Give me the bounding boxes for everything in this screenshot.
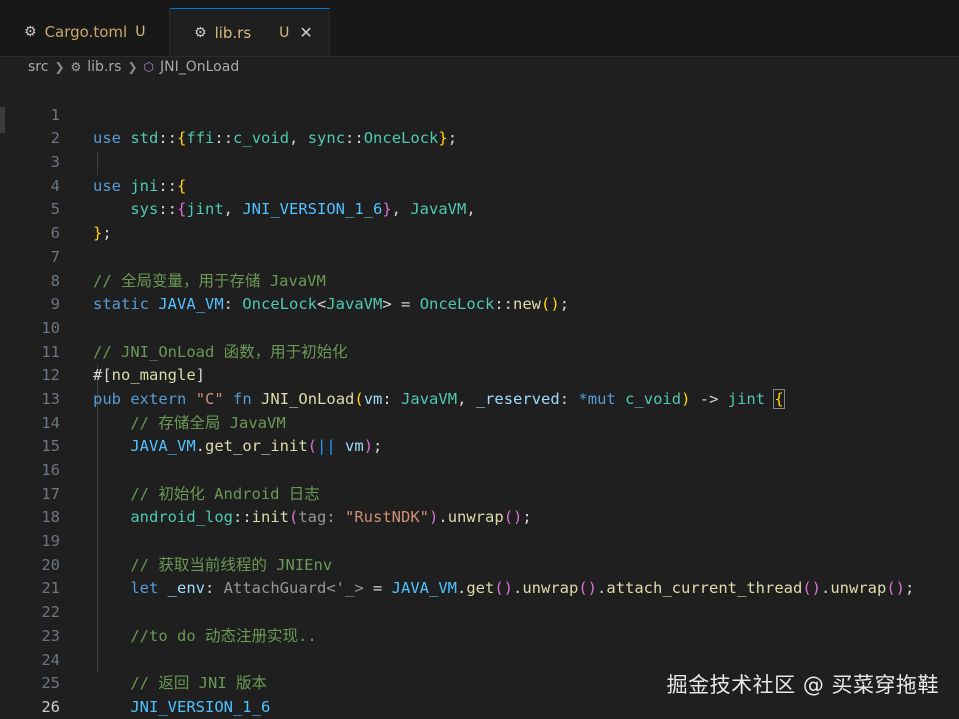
breadcrumb: src ❯ ⚙ lib.rs ❯ ⬡ JNI_OnLoad bbox=[0, 56, 959, 78]
code-line[interactable]: 3 use jni::{ bbox=[0, 127, 959, 195]
untracked-badge: U bbox=[279, 24, 290, 41]
breadcrumb-folder[interactable]: src bbox=[28, 59, 48, 75]
code-line[interactable]: 6 bbox=[0, 198, 959, 242]
untracked-badge: U bbox=[135, 24, 146, 40]
code-line[interactable]: 11 #[no_mangle] bbox=[0, 317, 959, 385]
code-line[interactable]: 2 bbox=[0, 104, 959, 147]
code-line[interactable]: 13 // 存储全局 JavaVM bbox=[0, 364, 959, 432]
code-line[interactable]: 22 //to do 动态注册实现.. bbox=[0, 577, 959, 645]
code-line[interactable]: 9 bbox=[0, 270, 959, 313]
code-line[interactable]: 18 bbox=[0, 483, 959, 526]
code-area[interactable]: 1 use std::{ffi::c_void, sync::OnceLock}… bbox=[0, 80, 959, 716]
code-line[interactable]: 8 static JAVA_VM: OnceLock<JavaVM> = Onc… bbox=[0, 246, 959, 314]
code-line[interactable]: 24 // 返回 JNI 版本 bbox=[0, 625, 959, 693]
rust-icon: ⚙ bbox=[70, 60, 82, 74]
code-line[interactable]: 23 bbox=[0, 601, 959, 645]
cube-icon: ⬡ bbox=[143, 60, 154, 74]
rust-icon: ⚙ bbox=[194, 24, 207, 41]
line-number: 26 bbox=[41, 697, 60, 716]
code-line[interactable]: 14 JAVA_VM.get_or_init(|| vm); bbox=[0, 388, 959, 456]
watermark: 掘金技术社区 @ 买菜穿拖鞋 bbox=[666, 673, 939, 697]
code-editor: ⚙ Cargo.toml U ⚙ lib.rs U ✕ src ❯ ⚙ lib.… bbox=[0, 0, 959, 719]
code-line[interactable]: 5 }; bbox=[0, 175, 959, 242]
code-line[interactable]: 7 // 全局变量，用于存储 JavaVM bbox=[0, 222, 959, 290]
code-line[interactable]: 12 pub extern "C" fn JNI_OnLoad(vm: Java… bbox=[0, 341, 959, 409]
code-line[interactable]: 1 use std::{ffi::c_void, sync::OnceLock}… bbox=[0, 80, 959, 148]
code-token: JNI_VERSION_1_6 bbox=[130, 697, 271, 716]
chevron-right-icon: ❯ bbox=[54, 60, 65, 74]
code-line[interactable]: 10 // JNI_OnLoad 函数，用于初始化 bbox=[0, 293, 959, 361]
gear-icon: ⚙ bbox=[24, 24, 37, 40]
tab-bar: ⚙ Cargo.toml U ⚙ lib.rs U ✕ bbox=[0, 0, 959, 57]
breadcrumb-symbol[interactable]: JNI_OnLoad bbox=[160, 59, 239, 75]
code-line[interactable]: 4 sys::{jint, JNI_VERSION_1_6}, JavaVM, bbox=[0, 151, 959, 219]
tab-cargo-toml[interactable]: ⚙ Cargo.toml U bbox=[0, 8, 170, 56]
tab-lib-rs[interactable]: ⚙ lib.rs U ✕ bbox=[170, 8, 330, 56]
chevron-right-icon: ❯ bbox=[127, 60, 138, 74]
code-line[interactable]: 21 bbox=[0, 554, 959, 597]
code-line[interactable]: 17 android_log::init(tag: "RustNDK").unw… bbox=[0, 459, 959, 527]
breadcrumb-file[interactable]: lib.rs bbox=[87, 59, 121, 75]
close-icon[interactable]: ✕ bbox=[299, 23, 312, 42]
code-line[interactable]: 15 bbox=[0, 412, 959, 455]
tab-label: lib.rs bbox=[214, 23, 252, 42]
code-line[interactable]: 20 let _env: AttachGuard<'_> = JAVA_VM.g… bbox=[0, 530, 959, 598]
tab-label: Cargo.toml bbox=[44, 23, 128, 41]
code-line[interactable]: 19 // 获取当前线程的 JNIEnv bbox=[0, 506, 959, 574]
code-line[interactable]: 16 // 初始化 Android 日志 bbox=[0, 435, 959, 503]
